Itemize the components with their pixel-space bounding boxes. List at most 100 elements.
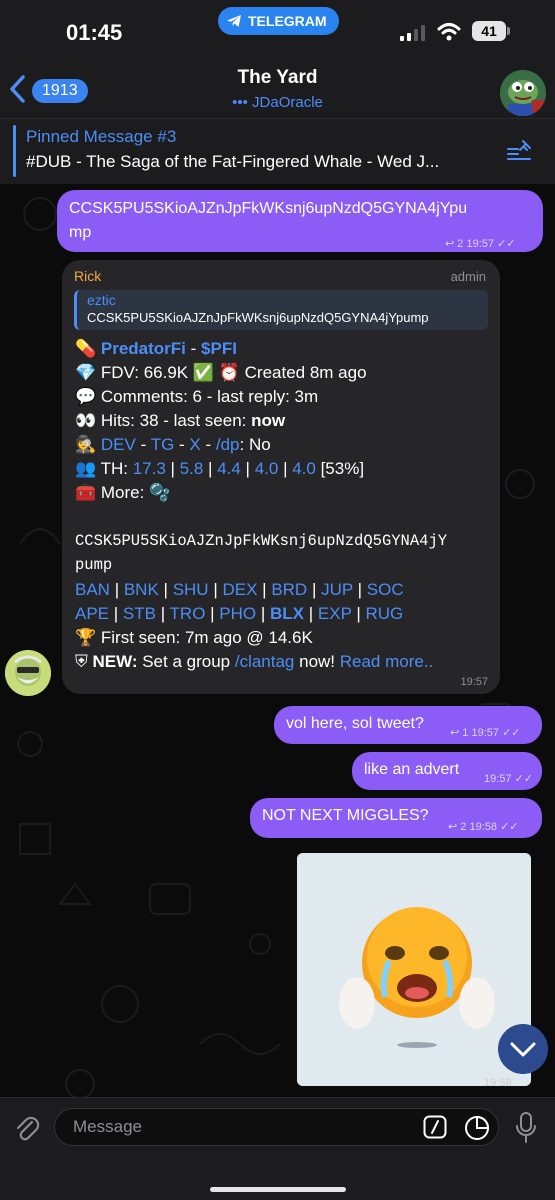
reply-quote[interactable]: eztic CCSK5PU5SKioAJZnJpFkWKsnj6upNzdQ5G… <box>74 290 488 330</box>
read-more-link[interactable]: Read more.. <box>340 652 434 671</box>
crying-emoji-gif <box>297 853 531 1086</box>
telegram-pill-label: TELEGRAM <box>248 13 327 29</box>
message-text: NOT NEXT MIGGLES? <box>262 807 429 824</box>
unread-count-badge[interactable]: 1913 <box>32 79 88 103</box>
reply-text: CCSK5PU5SKioAJZnJpFkWKsnj6upNzdQ5GYNA4jY… <box>87 310 429 325</box>
outgoing-message[interactable]: vol here, sol tweet? ↩ 1 19:57 ✓✓ <box>274 706 542 744</box>
double-check-icon: ✓✓ <box>502 727 521 739</box>
message-text: vol here, sol tweet? <box>286 715 424 732</box>
clock: 01:45 <box>66 20 123 45</box>
pin-list-icon[interactable] <box>506 139 534 163</box>
back-chevron-icon[interactable] <box>8 74 28 104</box>
old-man-avatar-image <box>5 650 51 696</box>
link-soc[interactable]: SOC <box>367 580 404 599</box>
cellular-signal-icon <box>400 25 425 41</box>
holder-link[interactable]: 4.4 <box>217 459 241 478</box>
message-time: 19:58 <box>469 821 497 833</box>
message-meta: ↩ 2 19:58 ✓✓ <box>448 821 519 833</box>
link-jup[interactable]: JUP <box>321 580 353 599</box>
reply-sender: eztic <box>87 292 116 308</box>
holder-link[interactable]: 4.0 <box>292 459 316 478</box>
dp-link[interactable]: /dp <box>216 435 240 454</box>
message-text: like an advert <box>364 761 460 778</box>
message-time: 19:57 <box>471 727 499 739</box>
fdv-line: 💎 FDV: 66.9K ✅ ⏰ Created 8m ago <box>75 363 367 382</box>
home-indicator <box>210 1187 346 1192</box>
link-ape[interactable]: APE <box>75 604 109 623</box>
token-name-link[interactable]: PredatorFi <box>101 339 186 358</box>
first-seen-line: 🏆 First seen: 7m ago @ 14.6K <box>75 628 313 647</box>
clantag-link[interactable]: /clantag <box>235 652 295 671</box>
message-meta: ↩ 2 19:57 ✓✓ <box>445 237 516 250</box>
top-holders-line: 👥 TH: 17.3 | 5.8 | 4.4 | 4.0 | 4.0 [53%] <box>75 459 365 478</box>
pinned-message-bar[interactable]: Pinned Message #3 #DUB - The Saga of the… <box>0 118 555 184</box>
link-rug[interactable]: RUG <box>365 604 403 623</box>
message-meta: ↩ 1 19:57 ✓✓ <box>450 727 521 739</box>
double-check-icon: ✓✓ <box>514 773 534 785</box>
pinned-title: Pinned Message #3 <box>26 127 177 146</box>
mic-icon[interactable] <box>515 1111 537 1145</box>
ticker-link[interactable]: $PFI <box>201 339 237 358</box>
outgoing-message[interactable]: NOT NEXT MIGGLES? ↩ 2 19:58 ✓✓ <box>250 798 542 838</box>
chat-header: 1913 The Yard ••• JDaOracle <box>0 56 555 118</box>
holder-link[interactable]: 17.3 <box>133 459 166 478</box>
incoming-message[interactable]: Rick admin eztic CCSK5PU5SKioAJZnJpFkWKs… <box>62 260 500 694</box>
outgoing-message[interactable]: like an advert 19:57 ✓✓ <box>352 752 542 790</box>
chevron-down-icon <box>510 1042 536 1057</box>
holder-link[interactable]: 4.0 <box>255 459 279 478</box>
chat-area[interactable]: CCSK5PU5SKioAJZnJpFkWKsnj6upNzdQ5GYNA4jY… <box>0 184 555 1097</box>
message-time: 19:57 <box>484 773 512 785</box>
attach-icon[interactable] <box>12 1112 40 1144</box>
wifi-icon <box>437 23 461 41</box>
telegram-pill[interactable]: TELEGRAM <box>218 7 339 35</box>
link-brd[interactable]: BRD <box>271 580 307 599</box>
double-check-icon: ✓✓ <box>497 238 516 250</box>
link-dex[interactable]: DEX <box>222 580 257 599</box>
link-tro[interactable]: TRO <box>170 604 206 623</box>
sender-avatar[interactable] <box>5 650 51 696</box>
link-shu[interactable]: SHU <box>173 580 209 599</box>
gif-message[interactable] <box>297 853 531 1086</box>
message-meta: 19:57 ✓✓ <box>484 772 533 785</box>
comments-line: 💬 Comments: 6 - last reply: 3m <box>75 387 319 406</box>
holder-link[interactable]: 5.8 <box>180 459 204 478</box>
admin-badge: admin <box>450 269 486 284</box>
reply-arrow-icon: ↩ <box>448 821 458 833</box>
link-stb[interactable]: STB <box>123 604 156 623</box>
links-row-2: APE | STB | TRO | PHO | BLX | EXP | RUG <box>75 604 404 623</box>
pinned-text: #DUB - The Saga of the Fat-Fingered Whal… <box>26 152 440 171</box>
link-pho[interactable]: PHO <box>219 604 256 623</box>
link-blx[interactable]: BLX <box>270 604 304 623</box>
sender-name[interactable]: Rick <box>74 268 101 284</box>
contract-address[interactable]: CCSK5PU5SKioAJZnJpFkWKsnj6upNzdQ5GYNA4jY <box>75 532 447 550</box>
composer <box>0 1097 555 1200</box>
chat-title[interactable]: The Yard <box>150 67 405 89</box>
link-exp[interactable]: EXP <box>318 604 352 623</box>
battery-icon: 41 <box>472 21 510 41</box>
double-check-icon: ✓✓ <box>500 821 519 833</box>
reply-arrow-icon: ↩ <box>450 727 460 739</box>
message-time: 19:57 <box>466 238 494 250</box>
sticker-icon[interactable] <box>464 1115 490 1141</box>
hits-line: 👀 Hits: 38 - last seen: now <box>75 411 286 430</box>
reply-arrow-icon: ↩ <box>445 238 455 250</box>
x-link[interactable]: X <box>189 435 200 454</box>
chat-avatar[interactable] <box>500 70 546 116</box>
link-ban[interactable]: BAN <box>75 580 110 599</box>
battery-level: 41 <box>472 21 506 41</box>
new-feature-line: ⛨ NEW: Set a group /clantag now! Read mo… <box>75 652 434 671</box>
command-icon[interactable] <box>423 1115 447 1139</box>
scroll-down-button[interactable] <box>498 1024 548 1074</box>
contract-address-cont[interactable]: pump <box>75 556 112 574</box>
link-bnk[interactable]: BNK <box>124 580 159 599</box>
telegram-icon <box>227 15 241 27</box>
message-time: 19:57 <box>460 676 488 688</box>
dev-link[interactable]: DEV <box>101 435 136 454</box>
outgoing-message[interactable]: CCSK5PU5SKioAJZnJpFkWKsnj6upNzdQ5GYNA4jY… <box>57 190 543 252</box>
token-line: 💊 PredatorFi - $PFI <box>75 339 237 358</box>
chat-subtitle: ••• JDaOracle <box>232 94 323 111</box>
message-text: CCSK5PU5SKioAJZnJpFkWKsnj6upNzdQ5GYNA4jY… <box>69 200 468 241</box>
tg-link[interactable]: TG <box>151 435 175 454</box>
more-line[interactable]: 🧰 More: 🫧 <box>75 483 170 503</box>
links-row-1: BAN | BNK | SHU | DEX | BRD | JUP | SOC <box>75 580 404 599</box>
